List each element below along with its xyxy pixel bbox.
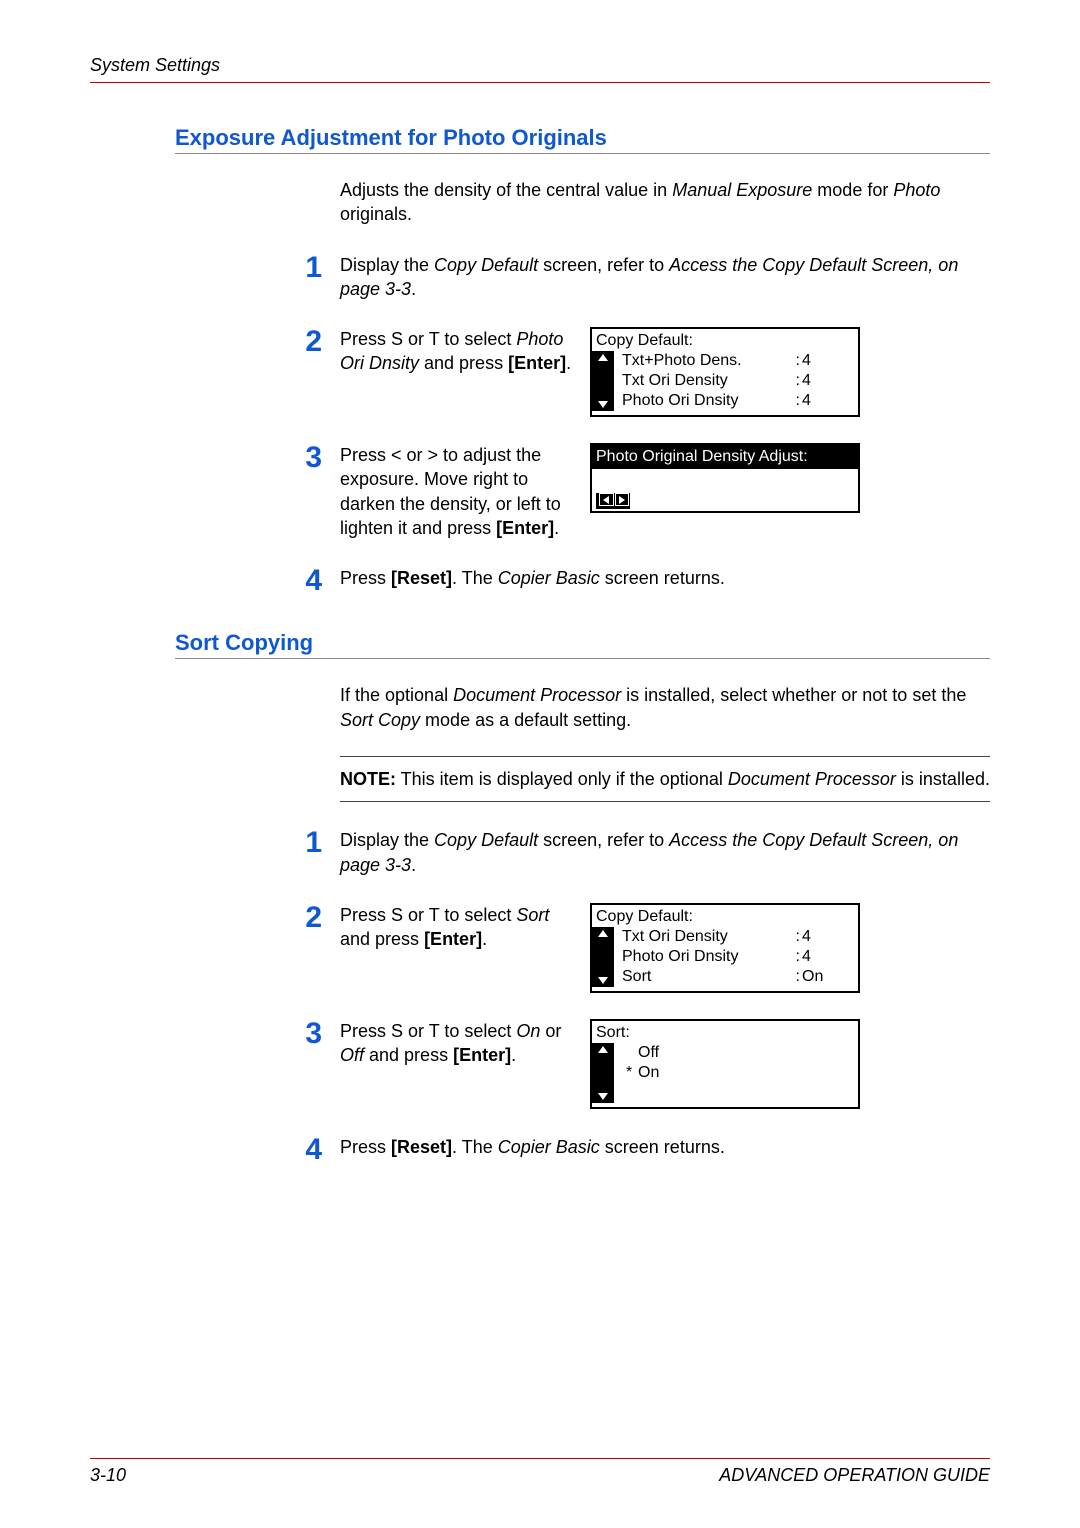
section1-intro: Adjusts the density of the central value… <box>340 178 990 227</box>
lcd-row: Txt Ori Density:4 <box>622 927 852 947</box>
section2-step4: 4 Press [Reset]. The Copier Basic screen… <box>90 1135 990 1165</box>
step-number: 2 <box>90 903 340 933</box>
lcd-title-inverted: Photo Original Density Adjust: <box>592 445 858 469</box>
note-label: NOTE: <box>340 769 396 789</box>
step-text: Display the Copy Default screen, refer t… <box>340 828 990 877</box>
lcd-title: Sort: <box>592 1021 858 1043</box>
heading-sort-copying: Sort Copying <box>175 630 990 659</box>
heading-exposure-adjustment: Exposure Adjustment for Photo Originals <box>175 125 990 154</box>
arrow-up-icon <box>598 354 608 361</box>
arrow-up-icon <box>598 1046 608 1053</box>
arrow-left-icon <box>599 493 614 506</box>
arrow-up-icon <box>598 930 608 937</box>
text-italic: Photo <box>893 180 940 200</box>
step-number: 1 <box>90 828 340 858</box>
note-block: NOTE: This item is displayed only if the… <box>340 756 990 802</box>
lcd-option: Off <box>622 1043 852 1063</box>
arrow-down-icon <box>598 401 608 408</box>
lcd-rows: Txt+Photo Dens.:4 Txt Ori Density:4 Phot… <box>614 351 852 411</box>
step-text: Press [Reset]. The Copier Basic screen r… <box>340 1135 990 1159</box>
section1-step2: 2 Press S or T to select Photo Ori Dnsit… <box>90 327 990 417</box>
step-text: Press < or > to adjust the exposure. Mov… <box>340 443 580 540</box>
step-text: Display the Copy Default screen, refer t… <box>340 253 990 302</box>
step-number: 3 <box>90 1019 340 1049</box>
lcd-copy-default-1: Copy Default: Txt+Photo Dens.:4 Txt Ori … <box>590 327 860 417</box>
lcd-row: Photo Ori Dnsity:4 <box>622 391 852 411</box>
lcd-copy-default-2: Copy Default: Txt Ori Density:4 Photo Or… <box>590 903 860 993</box>
header-left: System Settings <box>90 55 220 76</box>
page-footer: 3-10 ADVANCED OPERATION GUIDE <box>90 1458 990 1486</box>
step-text: Press S or T to select Sort and press [E… <box>340 903 580 952</box>
lcd-title: Copy Default: <box>592 905 858 927</box>
lcd-scrollbar <box>592 927 614 987</box>
text: Adjusts the density of the central value… <box>340 180 672 200</box>
text: originals. <box>340 204 412 224</box>
step-text: Press S or T to select Photo Ori Dnsity … <box>340 327 580 376</box>
section1-step3: 3 Press < or > to adjust the exposure. M… <box>90 443 990 540</box>
section2-step3: 3 Press S or T to select On or Off and p… <box>90 1019 990 1109</box>
lcd-sort: Sort: Off *On <box>590 1019 860 1109</box>
step-number: 1 <box>90 253 340 283</box>
footer-guide-title: ADVANCED OPERATION GUIDE <box>719 1465 990 1486</box>
lcd-row: Photo Ori Dnsity:4 <box>622 947 852 967</box>
page-header: System Settings <box>90 55 990 83</box>
step-number: 2 <box>90 327 340 357</box>
step-number: 4 <box>90 1135 340 1165</box>
step-text: Press S or T to select On or Off and pre… <box>340 1019 580 1068</box>
page: System Settings Exposure Adjustment for … <box>0 0 1080 1205</box>
section2-step2: 2 Press S or T to select Sort and press … <box>90 903 990 993</box>
text-italic: Manual Exposure <box>672 180 812 200</box>
lcd-row: Txt+Photo Dens.:4 <box>622 351 852 371</box>
section2-step1: 1 Display the Copy Default screen, refer… <box>90 828 990 877</box>
arrow-down-icon <box>598 977 608 984</box>
lcd-rows: Txt Ori Density:4 Photo Ori Dnsity:4 Sor… <box>614 927 852 987</box>
section1-step4: 4 Press [Reset]. The Copier Basic screen… <box>90 566 990 596</box>
lcd-row: Txt Ori Density:4 <box>622 371 852 391</box>
lcd-scrollbar <box>592 1043 614 1103</box>
text: mode for <box>812 180 893 200</box>
arrow-right-icon <box>615 493 630 506</box>
lcd-body <box>592 469 858 511</box>
lcd-scrollbar <box>592 351 614 411</box>
section1-step1: 1 Display the Copy Default screen, refer… <box>90 253 990 302</box>
lcd-title: Copy Default: <box>592 329 858 351</box>
lcd-option: *On <box>622 1063 852 1083</box>
lcd-row: Sort:On <box>622 967 852 987</box>
arrow-down-icon <box>598 1093 608 1100</box>
section2-intro: If the optional Document Processor is in… <box>340 683 990 732</box>
footer-page-number: 3-10 <box>90 1465 126 1486</box>
step-text: Press [Reset]. The Copier Basic screen r… <box>340 566 990 590</box>
step-number: 3 <box>90 443 340 473</box>
lcd-options: Off *On <box>614 1043 852 1103</box>
lcd-photo-density-adjust: Photo Original Density Adjust: <box>590 443 860 513</box>
lcd-option <box>622 1083 852 1103</box>
lcd-left-right-arrows <box>596 493 630 509</box>
step-number: 4 <box>90 566 340 596</box>
